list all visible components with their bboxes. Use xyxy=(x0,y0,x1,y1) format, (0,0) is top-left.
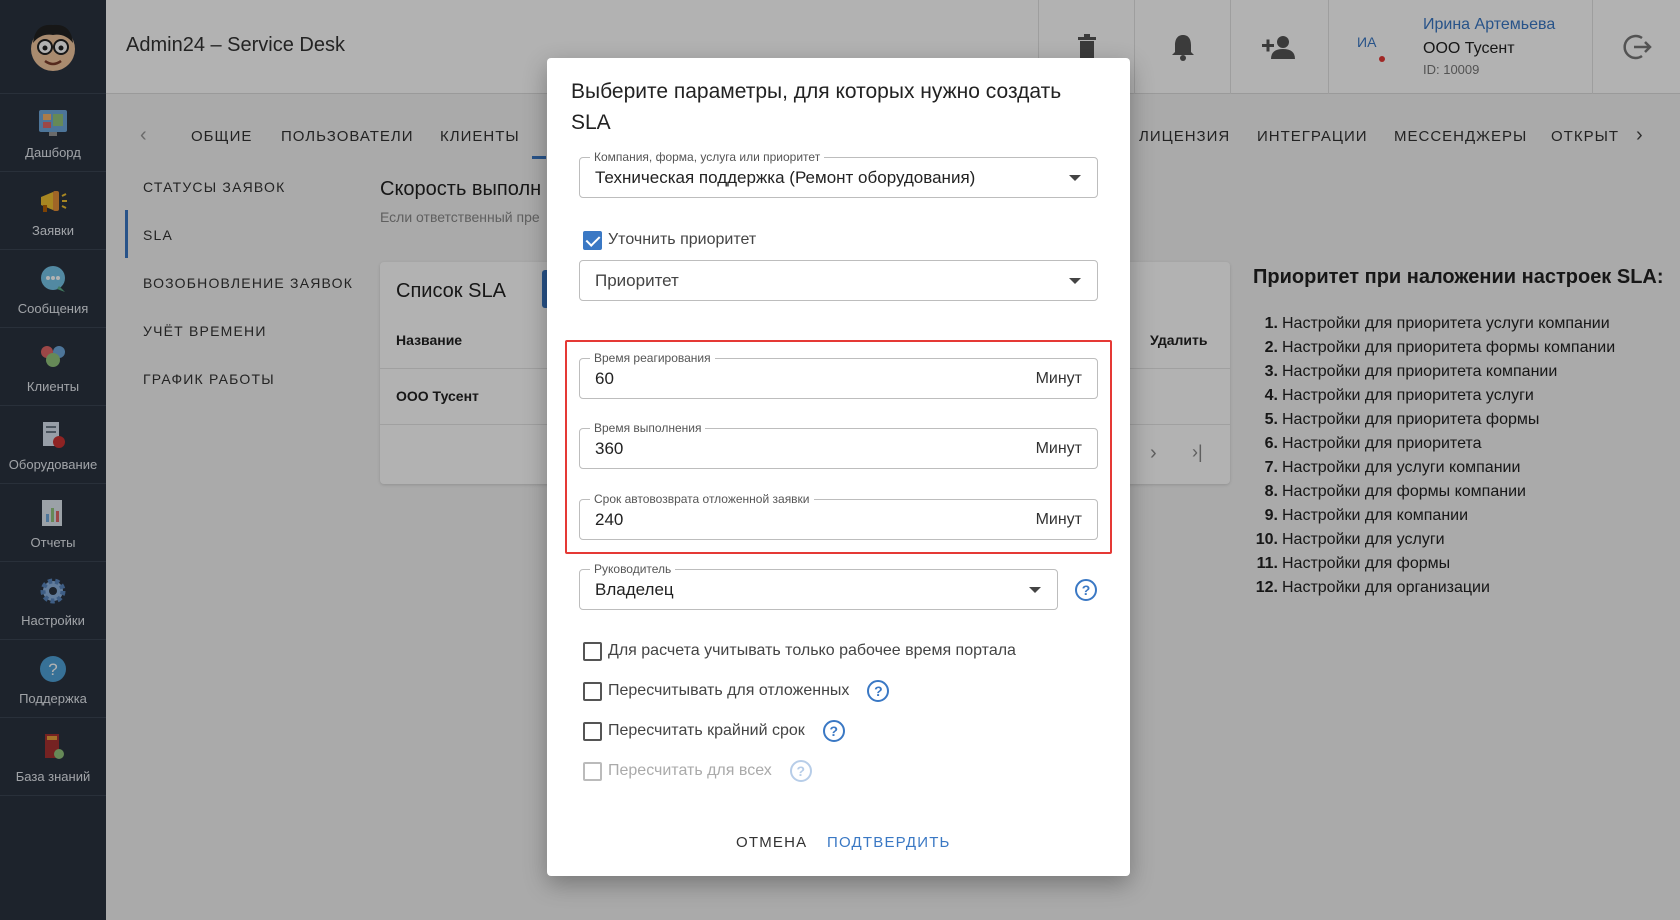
completion-time-unit: Минут xyxy=(1035,440,1082,457)
checkbox-icon[interactable] xyxy=(583,641,602,661)
cancel-button[interactable]: ОТМЕНА xyxy=(736,834,807,851)
chevron-down-icon xyxy=(1069,175,1081,181)
checkbox-checked-icon[interactable] xyxy=(583,230,602,250)
checkbox-icon xyxy=(583,761,602,781)
manager-value: Владелец xyxy=(595,580,674,599)
refine-priority-label: Уточнить приоритет xyxy=(608,231,757,248)
create-sla-dialog: Выберите параметры, для которых нужно со… xyxy=(547,58,1130,876)
option-checkbox-1[interactable]: Пересчитывать для отложенных? xyxy=(583,679,890,703)
priority-select[interactable]: Приоритет xyxy=(579,260,1098,301)
auto-return-value[interactable]: 240 xyxy=(595,510,623,530)
scope-value: Техническая поддержка (Ремонт оборудован… xyxy=(595,168,976,187)
help-icon: ? xyxy=(789,760,812,782)
chevron-down-icon xyxy=(1069,278,1081,284)
completion-time-legend: Время выполнения xyxy=(590,421,706,435)
auto-return-unit: Минут xyxy=(1035,511,1082,528)
completion-time-value[interactable]: 360 xyxy=(595,439,623,459)
help-icon[interactable]: ? xyxy=(822,720,845,742)
dialog-title: Выберите параметры, для которых нужно со… xyxy=(571,80,1062,134)
manager-help-icon[interactable]: ? xyxy=(1075,579,1097,601)
chevron-down-icon xyxy=(1029,587,1041,593)
scope-select[interactable]: Компания, форма, услуга или приоритет Те… xyxy=(579,150,1098,198)
option-label: Для расчета учитывать только рабочее вре… xyxy=(608,642,1016,659)
completion-time-field[interactable]: Время выполнения 360 Минут xyxy=(579,421,1098,469)
scope-legend: Компания, форма, услуга или приоритет xyxy=(590,150,825,164)
auto-return-field[interactable]: Срок автовозврата отложенной заявки 240 … xyxy=(579,492,1098,540)
refine-priority-checkbox[interactable]: Уточнить приоритет xyxy=(583,228,756,252)
auto-return-legend: Срок автовозврата отложенной заявки xyxy=(590,492,814,506)
manager-legend: Руководитель xyxy=(590,562,676,576)
checkbox-icon[interactable] xyxy=(583,681,602,701)
confirm-button[interactable]: ПОДТВЕРДИТЬ xyxy=(827,834,951,851)
option-label: Пересчитывать для отложенных xyxy=(608,682,850,699)
reaction-time-legend: Время реагирования xyxy=(590,351,715,365)
priority-placeholder: Приоритет xyxy=(595,271,679,290)
reaction-time-value[interactable]: 60 xyxy=(595,369,614,389)
option-label: Пересчитать крайний срок xyxy=(608,722,805,739)
option-checkbox-2[interactable]: Пересчитать крайний срок? xyxy=(583,719,845,743)
reaction-time-field[interactable]: Время реагирования 60 Минут xyxy=(579,351,1098,399)
checkbox-icon[interactable] xyxy=(583,721,602,741)
option-checkbox-0[interactable]: Для расчета учитывать только рабочее вре… xyxy=(583,639,1016,663)
option-checkbox-3: Пересчитать для всех? xyxy=(583,759,812,783)
option-label: Пересчитать для всех xyxy=(608,762,772,779)
reaction-time-unit: Минут xyxy=(1035,370,1082,387)
manager-select[interactable]: Руководитель Владелец xyxy=(579,562,1058,610)
help-icon[interactable]: ? xyxy=(867,680,890,702)
